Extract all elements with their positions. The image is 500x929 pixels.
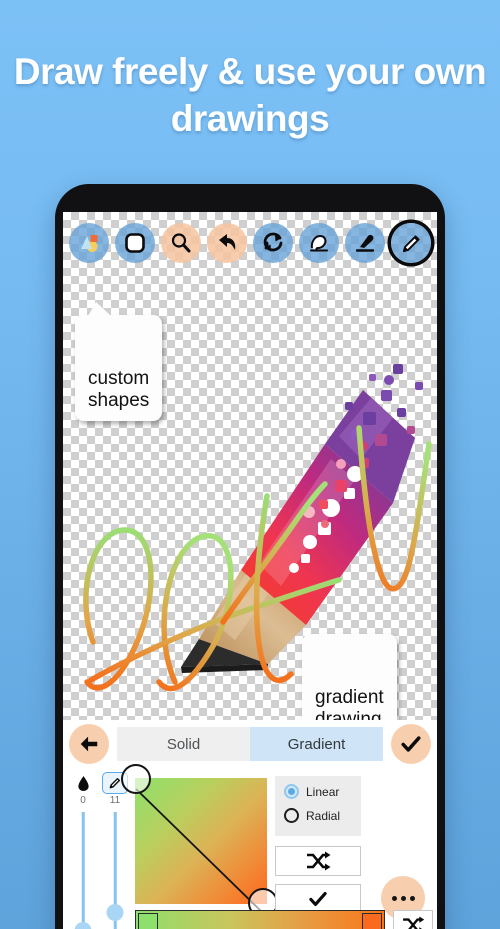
tool-palette[interactable] bbox=[63, 212, 437, 274]
zoom-tool[interactable] bbox=[161, 223, 201, 263]
lasso-tool[interactable] bbox=[299, 223, 339, 263]
undo-arrow-icon bbox=[219, 234, 236, 250]
more-dots-icon bbox=[391, 895, 397, 901]
slider-group: 0 11 bbox=[69, 772, 131, 929]
gradient-editor-panel: Solid Gradient 0 11 Linear Radial bbox=[63, 720, 437, 929]
brush-size-value: 11 bbox=[109, 795, 121, 806]
callout-tail bbox=[88, 302, 111, 316]
back-button[interactable] bbox=[69, 724, 109, 764]
opacity-value: 0 bbox=[80, 795, 86, 806]
gradient-stop-end[interactable] bbox=[362, 913, 382, 929]
callout-custom-shapes-text: custom shapes bbox=[88, 367, 150, 412]
lasso-icon bbox=[310, 235, 328, 252]
undo-tool[interactable] bbox=[207, 223, 247, 263]
radio-selected-icon bbox=[284, 784, 299, 799]
pencil-tool[interactable] bbox=[391, 223, 431, 263]
rounded-square-tool[interactable] bbox=[115, 223, 155, 263]
magnifier-icon bbox=[171, 233, 191, 253]
shapes-icon bbox=[81, 235, 98, 252]
eraser-icon bbox=[355, 234, 375, 252]
check-icon bbox=[401, 736, 421, 752]
gradient-stop-start[interactable] bbox=[138, 913, 158, 929]
shuffle-icon bbox=[307, 851, 331, 871]
gradient-type-group[interactable]: Linear Radial bbox=[275, 776, 361, 836]
gradient-start-handle[interactable] bbox=[121, 764, 151, 794]
rounded-square-icon bbox=[125, 233, 145, 253]
slider-thumb[interactable] bbox=[74, 922, 92, 929]
stopbar-shuffle-button[interactable] bbox=[393, 910, 433, 929]
pencil-icon bbox=[402, 234, 420, 252]
radio-unselected-icon bbox=[284, 808, 299, 823]
gradient-stop-bar[interactable] bbox=[135, 910, 385, 929]
phone-mockup: custom shapes gradient drawing Solid bbox=[55, 184, 445, 929]
back-arrow-icon bbox=[80, 736, 98, 752]
more-dots-icon bbox=[409, 895, 415, 901]
droplet-icon bbox=[69, 772, 97, 794]
slider-thumb[interactable] bbox=[106, 904, 124, 921]
gradient-preview[interactable] bbox=[135, 778, 267, 904]
more-dots-icon bbox=[400, 895, 406, 901]
promo-screen: Draw freely & use your own drawings cust… bbox=[0, 0, 500, 929]
radio-radial[interactable]: Radial bbox=[284, 808, 352, 823]
fill-mode-tabs[interactable]: Solid Gradient bbox=[117, 727, 383, 761]
slider-track[interactable] bbox=[81, 812, 85, 929]
custom-shapes-tool[interactable] bbox=[69, 223, 109, 263]
app-screen: custom shapes gradient drawing Solid bbox=[63, 212, 437, 929]
opacity-slider[interactable]: 0 bbox=[69, 772, 97, 929]
radio-linear-label: Linear bbox=[306, 784, 340, 799]
eraser-tool[interactable] bbox=[345, 223, 385, 263]
confirm-button[interactable] bbox=[391, 724, 431, 764]
shuffle-icon bbox=[403, 916, 425, 929]
tab-gradient[interactable]: Gradient bbox=[250, 727, 383, 761]
radio-radial-label: Radial bbox=[306, 808, 341, 823]
radio-linear[interactable]: Linear bbox=[284, 784, 352, 799]
panel-body: 0 11 Linear Radial bbox=[63, 764, 437, 929]
callout-custom-shapes: custom shapes bbox=[75, 302, 163, 421]
check-icon bbox=[309, 892, 327, 906]
swap-colors-button[interactable] bbox=[275, 846, 361, 876]
page-title: Draw freely & use your own drawings bbox=[13, 51, 487, 140]
tab-solid[interactable]: Solid bbox=[117, 727, 250, 761]
refresh-icon bbox=[263, 232, 283, 252]
panel-header: Solid Gradient bbox=[63, 720, 437, 768]
redo-refresh-tool[interactable] bbox=[253, 223, 293, 263]
